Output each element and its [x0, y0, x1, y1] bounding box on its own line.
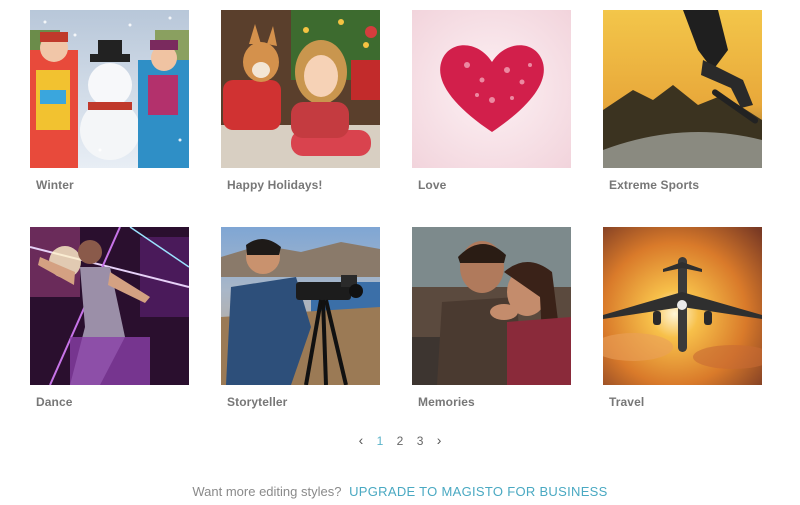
page-link-2[interactable]: 2	[397, 434, 404, 448]
chevron-left-icon[interactable]: ‹	[359, 432, 364, 448]
style-label: Dance	[36, 395, 73, 409]
page-link-1[interactable]: 1	[377, 434, 384, 448]
style-label: Love	[418, 178, 447, 192]
camera-operator-thumbnail[interactable]	[221, 227, 380, 385]
style-tile-winter[interactable]: Winter	[30, 10, 189, 192]
style-tile-storyteller[interactable]: Storyteller	[221, 227, 380, 409]
style-label: Memories	[418, 395, 475, 409]
style-tile-love[interactable]: Love	[412, 10, 571, 192]
airplane-thumbnail[interactable]	[603, 227, 762, 385]
dance-thumbnail[interactable]	[30, 227, 189, 385]
style-label: Storyteller	[227, 395, 288, 409]
style-tile-travel[interactable]: Travel	[603, 227, 762, 409]
skater-thumbnail[interactable]	[603, 10, 762, 168]
couple-thumbnail[interactable]	[412, 227, 571, 385]
winter-thumbnail[interactable]	[30, 10, 189, 168]
style-label: Extreme Sports	[609, 178, 700, 192]
upgrade-prompt: Want more editing styles? UPGRADE TO MAG…	[0, 484, 800, 499]
style-label: Travel	[609, 395, 645, 409]
style-label: Winter	[36, 178, 74, 192]
holidays-thumbnail[interactable]	[221, 10, 380, 168]
upgrade-link[interactable]: UPGRADE TO MAGISTO FOR BUSINESS	[349, 484, 608, 499]
style-tile-dance[interactable]: Dance	[30, 227, 189, 409]
style-tile-extreme-sports[interactable]: Extreme Sports	[603, 10, 762, 192]
love-heart-thumbnail[interactable]	[412, 10, 571, 168]
upgrade-prompt-text: Want more editing styles?	[192, 484, 342, 499]
pagination: ‹ 1 2 3 ›	[0, 432, 800, 448]
style-label: Happy Holidays!	[227, 178, 323, 192]
chevron-right-icon[interactable]: ›	[437, 432, 442, 448]
style-tile-memories[interactable]: Memories	[412, 227, 571, 409]
page-link-3[interactable]: 3	[417, 434, 424, 448]
style-tile-happy-holidays[interactable]: Happy Holidays!	[221, 10, 380, 192]
